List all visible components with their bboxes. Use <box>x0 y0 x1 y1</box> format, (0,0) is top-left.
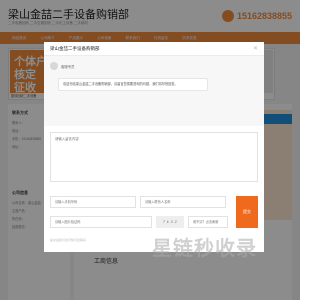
name-field[interactable] <box>140 196 226 208</box>
agent-row: 客服专员 <box>50 62 75 70</box>
message-input[interactable] <box>50 132 258 182</box>
submit-button[interactable]: 提交 <box>236 196 258 228</box>
greeting-bubble: 欢迎光临梁山金喆二手设备购销部，请留言您需要咨询的问题，我们将尽快回复。 <box>58 78 208 91</box>
close-icon[interactable]: ✕ <box>253 45 258 52</box>
watermark: 星链秒收录 <box>152 236 257 260</box>
captcha-field[interactable] <box>50 216 152 228</box>
dialog-title: 梁山金喆二手设备购销部 <box>50 46 100 51</box>
avatar <box>50 62 58 70</box>
footer-note: 提交后我们会尽快与您联系 <box>50 238 87 242</box>
refresh-captcha-field[interactable] <box>188 216 228 228</box>
dialog-header: 梁山金喆二手设备购销部 ✕ <box>44 42 264 56</box>
phone-field[interactable] <box>50 196 136 208</box>
chat-area: 客服专员 欢迎光临梁山金喆二手设备购销部，请留言您需要咨询的问题，我们将尽快回复… <box>44 56 264 126</box>
message-dialog: 梁山金喆二手设备购销部 ✕ 客服专员 欢迎光临梁山金喆二手设备购销部，请留言您需… <box>44 42 264 252</box>
captcha-image[interactable]: 7 k 3 2 <box>156 216 184 228</box>
agent-name: 客服专员 <box>61 64 75 69</box>
